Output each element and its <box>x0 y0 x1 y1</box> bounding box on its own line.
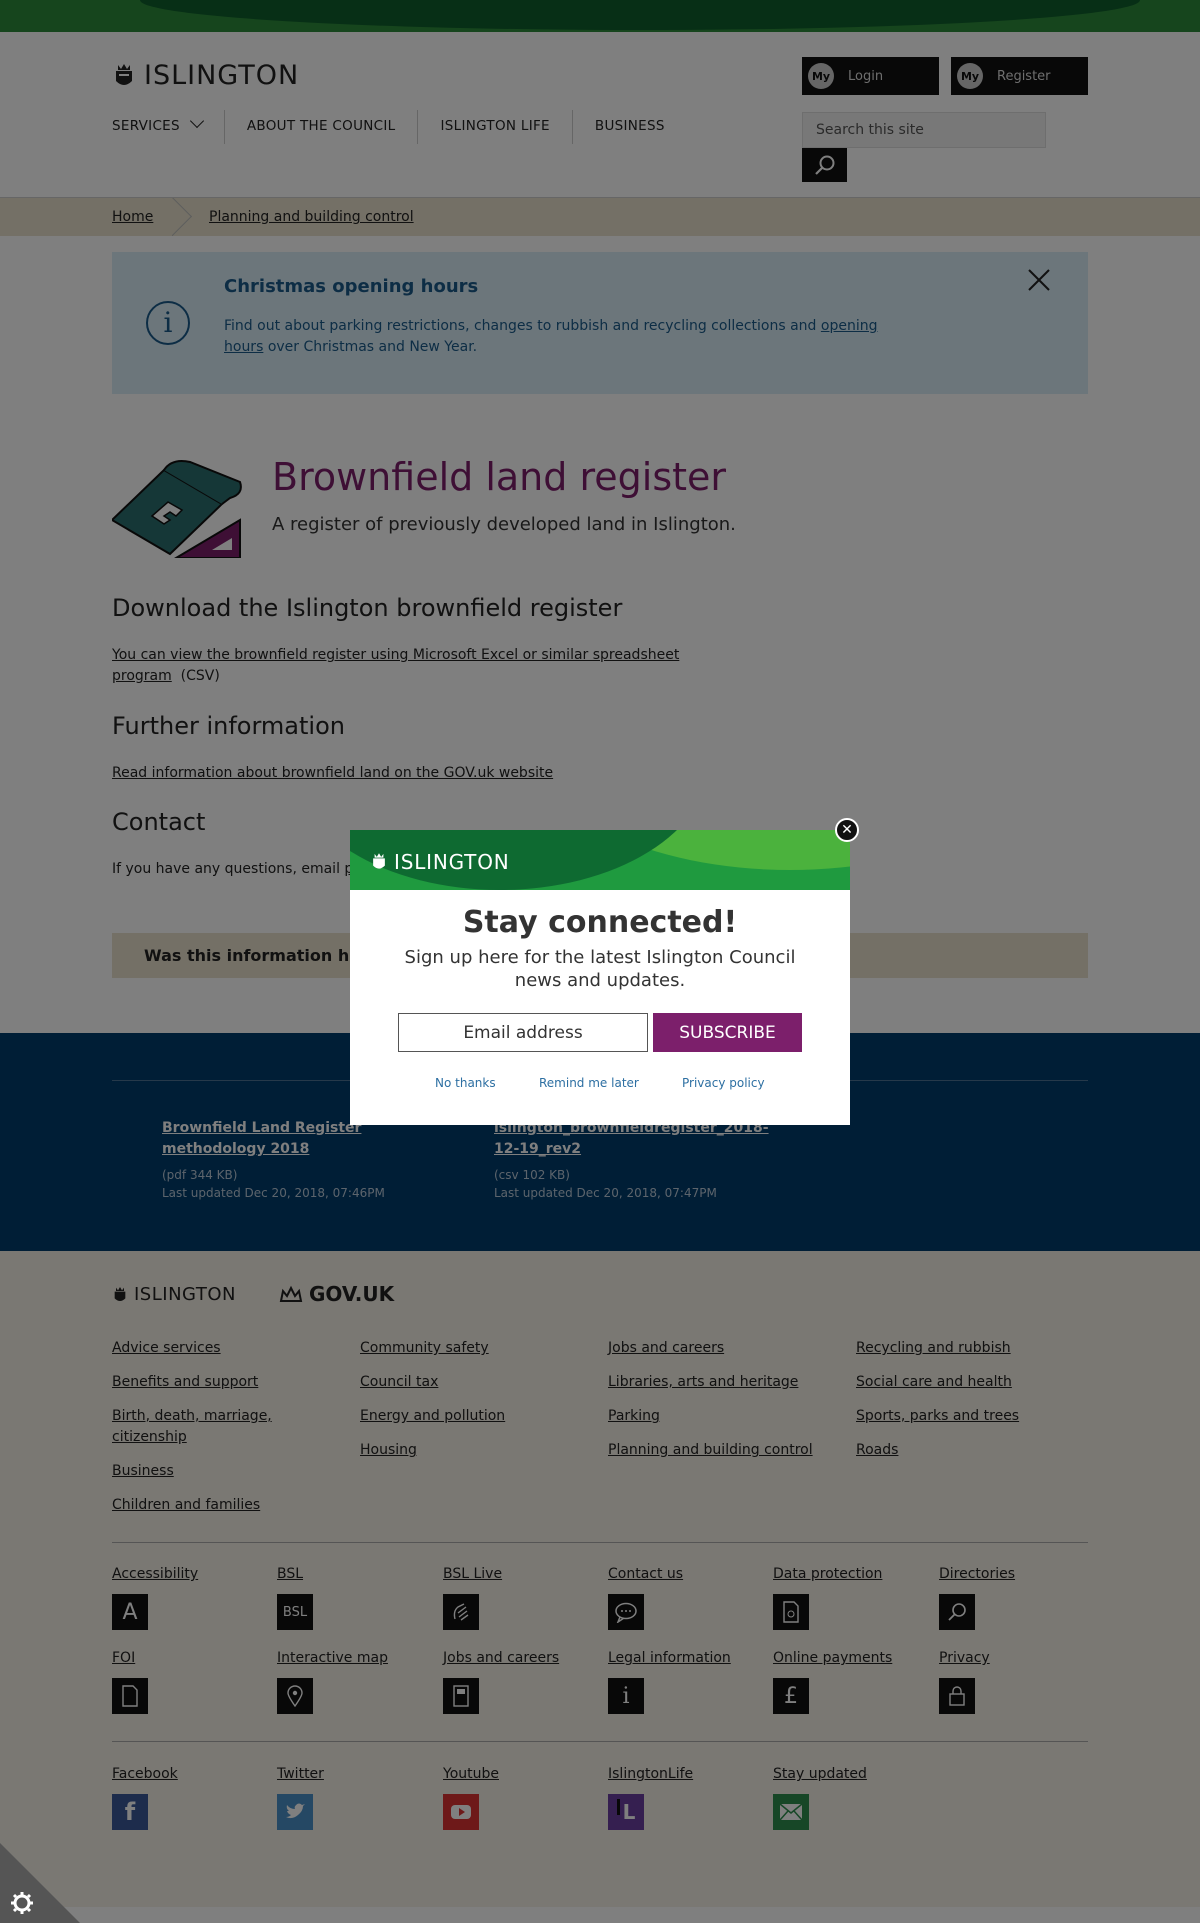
email-field[interactable]: Email address <box>398 1013 648 1052</box>
email-placeholder: Email address <box>463 1022 583 1043</box>
modal-islington-logo: ISLINGTON <box>370 850 510 874</box>
cookie-settings-icon[interactable] <box>0 1843 80 1923</box>
modal-text: Sign up here for the latest Islington Co… <box>404 947 796 991</box>
no-thanks-link[interactable]: No thanks <box>435 1076 496 1090</box>
modal-header: ISLINGTON <box>350 830 850 890</box>
subscribe-button[interactable]: SUBSCRIBE <box>653 1013 802 1052</box>
remind-later-link[interactable]: Remind me later <box>539 1076 639 1090</box>
modal-logo-wordmark: ISLINGTON <box>394 850 510 874</box>
newsletter-modal: ISLINGTON Stay connected! Sign up here f… <box>350 830 850 1125</box>
privacy-policy-link[interactable]: Privacy policy <box>682 1076 765 1090</box>
crest-icon <box>373 853 385 869</box>
close-icon: ✕ <box>841 822 853 838</box>
modal-close-button[interactable]: ✕ <box>835 818 859 842</box>
modal-title: Stay connected! <box>462 905 738 940</box>
